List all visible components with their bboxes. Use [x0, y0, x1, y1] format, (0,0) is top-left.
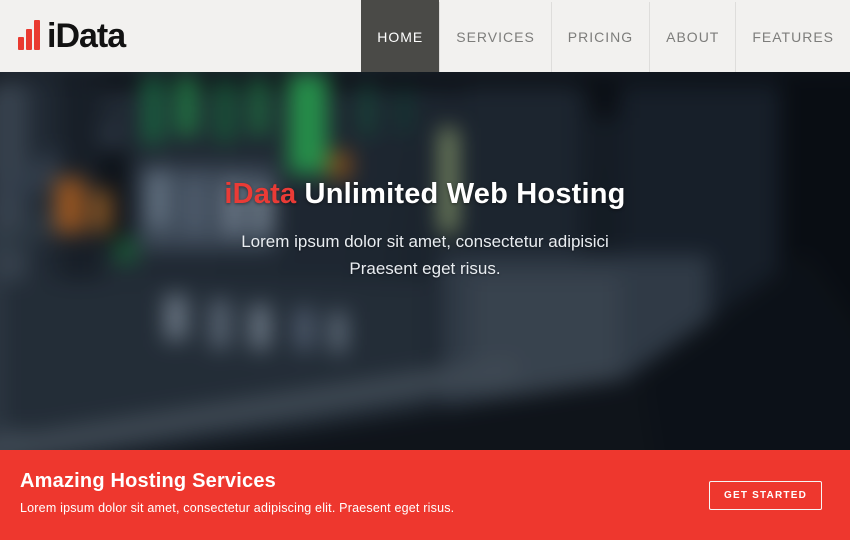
bar-chart-icon-bar	[34, 20, 40, 50]
hero-title-accent: iData	[224, 178, 296, 210]
hero-subtitle-line2: Praesent eget risus.	[0, 255, 850, 282]
hero-content: iData Unlimited Web Hosting Lorem ipsum …	[0, 178, 850, 282]
bar-chart-icon-bar	[26, 29, 32, 50]
bar-chart-icon	[18, 17, 40, 55]
brand-name: iData	[47, 17, 125, 56]
cta-text: Lorem ipsum dolor sit amet, consectetur …	[20, 501, 454, 515]
hero-title-rest: Unlimited Web Hosting	[296, 178, 625, 210]
bar-chart-icon-bar	[18, 37, 24, 50]
hero-title: iData Unlimited Web Hosting	[0, 178, 850, 211]
hero-subtitle-line1: Lorem ipsum dolor sit amet, consectetur …	[0, 228, 850, 255]
nav-item-features[interactable]: FEATURES	[735, 2, 850, 72]
brand-logo[interactable]: iData	[0, 0, 125, 72]
nav-item-pricing[interactable]: PRICING	[551, 2, 649, 72]
nav-item-services[interactable]: SERVICES	[439, 2, 551, 72]
nav-item-home[interactable]: HOME	[361, 0, 439, 72]
site-header: iData HOME SERVICES PRICING ABOUT FEATUR…	[0, 0, 850, 72]
hero-subtitle: Lorem ipsum dolor sit amet, consectetur …	[0, 228, 850, 282]
cta-heading: Amazing Hosting Services	[20, 470, 276, 493]
hero-section: iData Unlimited Web Hosting Lorem ipsum …	[0, 72, 850, 450]
nav-item-about[interactable]: ABOUT	[649, 2, 735, 72]
main-nav: HOME SERVICES PRICING ABOUT FEATURES	[361, 0, 850, 72]
cta-bar: Amazing Hosting Services Lorem ipsum dol…	[0, 450, 850, 540]
get-started-button[interactable]: GET STARTED	[709, 481, 822, 510]
